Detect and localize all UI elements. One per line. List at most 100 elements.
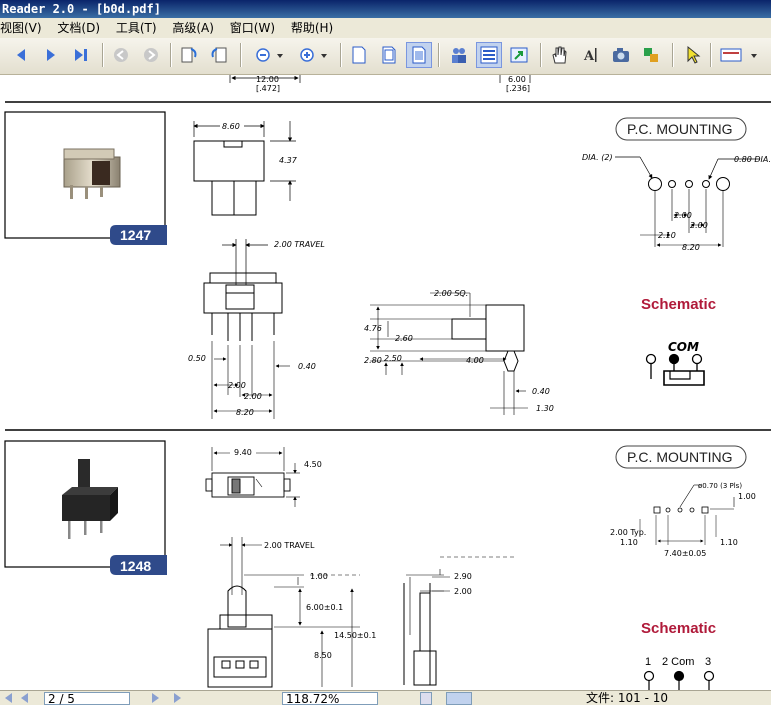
dim-1248-290: 2.90	[454, 572, 472, 581]
dim-1247-280: 2.80	[364, 356, 382, 365]
dim-1247-260: 2.60	[395, 334, 413, 343]
single-page-mode-icon[interactable]	[420, 692, 432, 705]
pc-mounting-badge-1247: P.C. MOUNTING	[615, 117, 747, 141]
dim-1247-pitch-a: 2.00	[674, 211, 692, 220]
menu-document[interactable]: 文档(D)	[57, 18, 106, 38]
continuous-page-icon[interactable]	[376, 42, 402, 68]
dim-1247-width: 8.60	[222, 122, 240, 131]
drawing-1247-top-view	[193, 121, 296, 216]
dim-1247-130: 1.30	[536, 404, 554, 413]
plugin-icon[interactable]	[638, 42, 664, 68]
dim-1248-200: 2.00	[454, 587, 472, 596]
dim-1247-sq: 2.00 SQ.	[434, 289, 468, 298]
last-page-icon[interactable]	[68, 42, 94, 68]
dim-1247-height: 4.37	[279, 156, 298, 165]
pc-mounting-label-1247: P.C. MOUNTING	[627, 121, 733, 137]
single-page-icon[interactable]	[346, 42, 372, 68]
part-number-1247: 1247	[120, 227, 151, 243]
dim-1248-hole: ø0.70 (3 Pls)	[698, 482, 742, 490]
next-page-icon[interactable]	[38, 42, 64, 68]
pc-mounting-badge-1248: P.C. MOUNTING	[615, 445, 747, 469]
prev-page-icon[interactable]	[8, 42, 34, 68]
dim-1247-foot-200a: 2.00	[228, 381, 246, 390]
menu-advanced[interactable]: 高级(A)	[172, 18, 220, 38]
dim-1248-1450: 14.50±0.1	[334, 631, 376, 640]
view-options-icon[interactable]	[716, 42, 760, 68]
dim-1247-foot-050: 0.50	[188, 354, 206, 363]
part-number-1248: 1248	[120, 558, 151, 574]
back-icon[interactable]	[108, 42, 134, 68]
dim-1248-100: 1.00	[310, 572, 328, 581]
text-select-icon[interactable]: A	[578, 42, 604, 68]
zoom-out-icon[interactable]	[250, 42, 290, 68]
dim-1248-r100: 1.00	[738, 492, 756, 501]
dim-1248-l110: 1.10	[620, 538, 638, 547]
page-number-field[interactable]: 2 / 5	[44, 692, 130, 705]
pin-3-label: 3	[705, 656, 711, 668]
dim-1248-travel: 2.00 TRAVEL	[264, 541, 315, 550]
file-info-text: 文件: 101 - 10	[586, 691, 668, 705]
pc-mounting-drawing-1247	[615, 156, 760, 247]
schematic-label-1247: Schematic	[641, 296, 716, 313]
pc-mounting-label-1248: P.C. MOUNTING	[627, 449, 733, 465]
dim-1248-450: 4.50	[304, 460, 322, 469]
window-title-bar: Reader 2.0 - [b0d.pdf]	[0, 0, 771, 18]
top-dimension-remnant: 12.00 [.472] 6.00 [.236]	[229, 75, 531, 93]
drawing-1248-front-view	[207, 537, 516, 688]
menu-bar: 视图(V) 文档(D) 工具(T) 高级(A) 窗口(W) 帮助(H)	[0, 18, 771, 38]
top-dim-left-in: [.472]	[256, 84, 280, 93]
part-1247-photo: 1247	[4, 111, 167, 245]
pc-mounting-drawing-1248	[639, 484, 735, 545]
window-title: Reader 2.0 - [b0d.pdf]	[2, 2, 161, 16]
dim-1248-600: 6.00±0.1	[306, 603, 343, 612]
find-people-icon[interactable]	[446, 42, 472, 68]
menu-view[interactable]: 视图(V)	[0, 18, 48, 38]
dim-1247-travel: 2.00 TRAVEL	[274, 240, 325, 249]
rotate-ccw-icon[interactable]	[206, 42, 232, 68]
dim-1248-r110: 1.10	[720, 538, 738, 547]
schematic-1248: 1 2 Com 3	[643, 656, 715, 690]
forward-icon[interactable]	[138, 42, 164, 68]
snapshot-icon[interactable]	[608, 42, 634, 68]
dim-1247-span: 8.20	[682, 243, 700, 252]
dim-1248-typ: 2.00 Typ.	[610, 528, 646, 537]
select-arrow-icon[interactable]	[680, 42, 706, 68]
dim-1247-foot-200b: 2.00	[244, 392, 262, 401]
dim-1248-850: 8.50	[314, 651, 332, 660]
toolbar: A	[0, 38, 771, 75]
dim-1247-pitch-210: 2.10	[658, 231, 676, 240]
svg-text:A: A	[583, 49, 595, 64]
fit-page-icon[interactable]	[406, 42, 432, 68]
dim-1247-pitch-b: 2.00	[690, 221, 708, 230]
top-dim-right-in: [.236]	[506, 84, 530, 93]
top-dim-left: 12.00	[256, 75, 279, 84]
export-icon[interactable]	[506, 42, 532, 68]
rotate-cw-icon[interactable]	[176, 42, 202, 68]
top-dim-right: 6.00	[508, 75, 526, 84]
menu-help[interactable]: 帮助(H)	[291, 18, 339, 38]
zoom-in-icon[interactable]	[294, 42, 334, 68]
zoom-level-field[interactable]: 118.72%	[282, 692, 378, 705]
dim-1247-476: 4.76	[364, 324, 382, 333]
dim-1248-940: 9.40	[234, 448, 252, 457]
contents-icon[interactable]	[476, 42, 502, 68]
pin-2-label: 2 Com	[662, 656, 694, 668]
pin-1-label: 1	[645, 656, 651, 668]
status-bar: 2 / 5 118.72% 文件: 101 - 10	[0, 690, 771, 705]
menu-window[interactable]: 窗口(W)	[230, 18, 281, 38]
dim-1247-dia080: 0.80 DIA.	[734, 155, 771, 164]
continuous-mode-icon[interactable]	[446, 692, 472, 705]
dim-1247-040: 0.40	[532, 387, 550, 396]
dim-1248-span: 7.40±0.05	[664, 549, 706, 558]
drawing-1248-side-view	[403, 569, 450, 686]
menu-tools[interactable]: 工具(T)	[116, 18, 163, 38]
part-1248-photo: 1248	[4, 440, 167, 575]
document-view[interactable]: 12.00 [.472] 6.00 [.236] 1247 8.60 4.37	[0, 75, 771, 690]
dim-1247-dia2: DIA. (2)	[582, 153, 613, 162]
dim-1247-foot-040: 0.40	[298, 362, 316, 371]
schematic-1247: COM	[645, 340, 705, 386]
schematic-label-1248: Schematic	[641, 620, 716, 637]
hand-tool-icon[interactable]	[546, 42, 572, 68]
dim-1247-250: 2.50	[384, 354, 402, 363]
schematic-com-label: COM	[668, 340, 699, 354]
